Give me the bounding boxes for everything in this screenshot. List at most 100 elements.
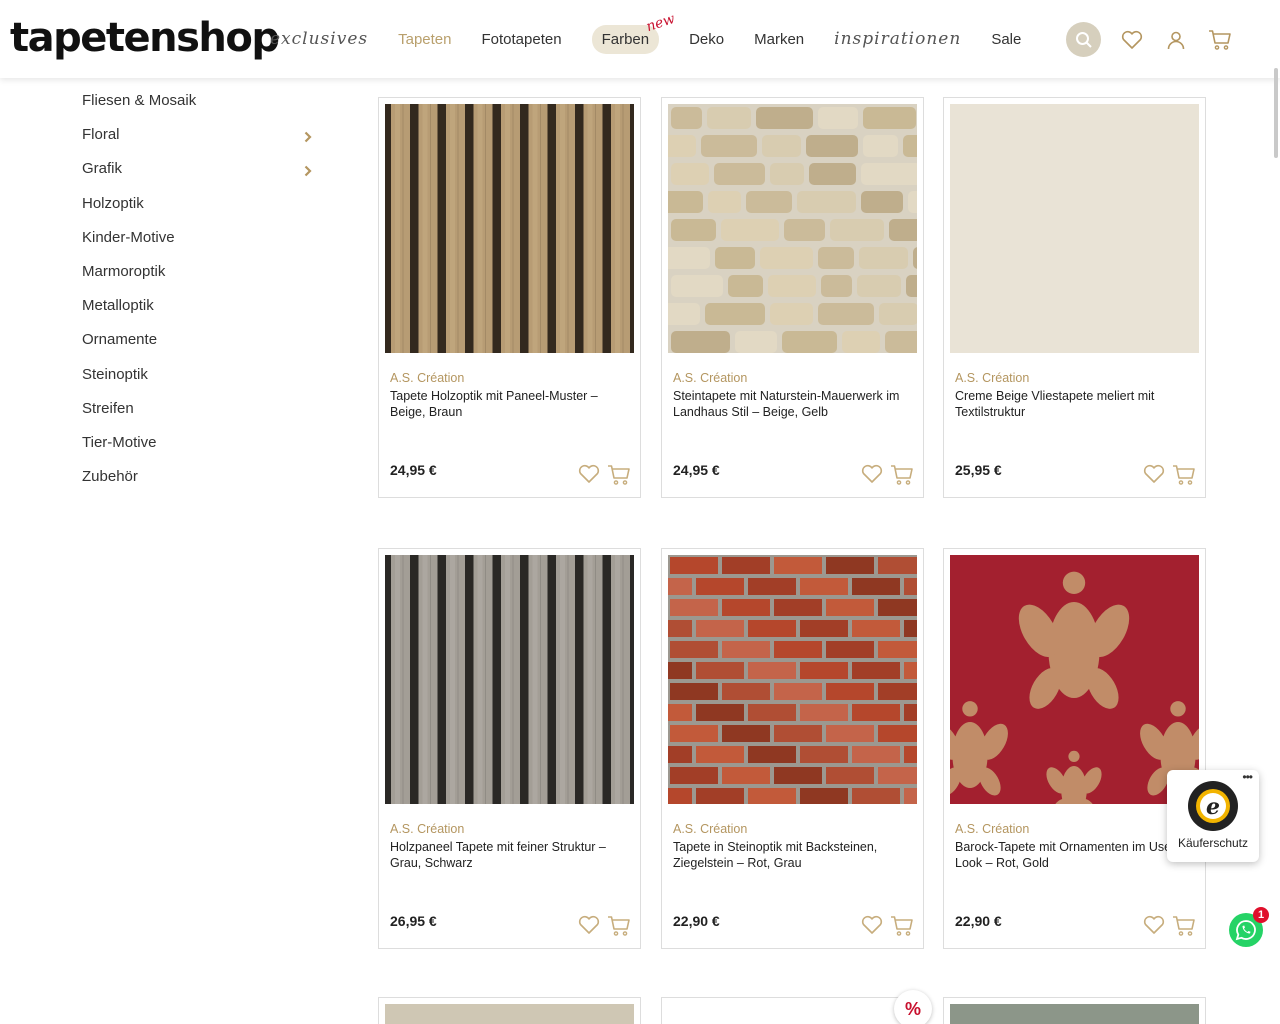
nav-item-label: Farben [601,30,650,48]
product-image[interactable] [668,104,917,353]
product-image[interactable] [385,1004,634,1024]
product-title[interactable]: Tapete Holzoptik mit Paneel-Muster – Bei… [390,389,630,420]
nav-item-sale[interactable]: Sale [991,31,1021,48]
sidebar-item-label: Zubehör [82,468,138,485]
cart-icon[interactable] [890,915,914,942]
page-scrollbar[interactable] [1274,68,1278,158]
nav-item-inspirationen[interactable]: inspirationen [834,29,961,49]
sidebar-item[interactable]: Grafik [82,158,312,180]
product-image[interactable] [668,1004,917,1024]
sidebar-item[interactable]: Fliesen & Mosaik [82,90,312,112]
sale-badge: % [894,990,932,1024]
nav-item-label: Sale [991,30,1022,48]
product-brand[interactable]: A.S. Création [673,822,747,836]
product-brand[interactable]: A.S. Création [955,822,1029,836]
nav-item-label: Tapeten [398,30,452,48]
product-image[interactable] [950,1004,1199,1024]
wishlist-button[interactable] [1119,27,1145,53]
cart-button[interactable] [1207,27,1233,53]
nav-item-label: inspirationen [834,29,962,49]
product-title[interactable]: Creme Beige Vliestapete meliert mit Text… [955,389,1195,420]
product-title[interactable]: Tapete in Steinoptik mit Backsteinen, Zi… [673,840,913,871]
product-price: 26,95 € [390,913,437,929]
cart-icon[interactable] [607,915,631,942]
nav-item-exclusives[interactable]: exclusives [270,29,368,49]
chevron-right-icon[interactable] [304,162,312,184]
sidebar-item-label: Ornamente [82,331,158,348]
product-brand[interactable]: A.S. Création [390,371,464,385]
cart-icon[interactable] [607,464,631,491]
nav-item-label: exclusives [270,29,369,49]
chevron-right-icon[interactable] [304,128,312,150]
heart-icon[interactable] [861,915,883,940]
sidebar-item-label: Tier-Motive [82,434,157,451]
user-icon [1167,31,1185,49]
product-card[interactable]: A.S. Création Tapete in Steinoptik mit Ba… [661,548,924,949]
product-card[interactable]: A.S. Création Barock-Tapete mit Ornamente… [943,548,1206,949]
heart-icon[interactable] [578,464,600,489]
product-title[interactable]: Holzpaneel Tapete mit feiner Struktur – … [390,840,630,871]
nav-item-label: Deko [689,30,725,48]
sidebar-item[interactable]: Metalloptik [82,295,312,317]
nav-item-marken[interactable]: Marken [754,31,804,48]
sidebar-item-label: Steinoptik [82,366,148,383]
sidebar-item-label: Floral [82,126,120,143]
product-card[interactable]: A.S. Création Holzpaneel Tapete mit feine… [378,548,641,949]
search-icon [1075,31,1092,48]
sidebar-item-label: Streifen [82,400,134,417]
more-options-icon[interactable]: ••• [1242,770,1253,784]
product-card-partial[interactable] [378,997,641,1024]
nav-item-tapeten[interactable]: Tapeten [398,31,451,48]
trusted-shops-label: Käuferschutz [1177,836,1249,850]
product-image[interactable] [950,104,1199,353]
nav-item-fototapeten[interactable]: Fototapeten [482,31,562,48]
sidebar-item[interactable]: Zubehör [82,466,312,488]
sidebar-item[interactable]: Steinoptik [82,364,312,386]
sidebar-item-label: Marmoroptik [82,263,166,280]
product-card-partial[interactable] [943,997,1206,1024]
sidebar-item[interactable]: Streifen [82,398,312,420]
site-logo[interactable]: tapetenshop [10,12,280,64]
nav-item-deko[interactable]: Deko [689,31,724,48]
nav-item-label: Marken [754,30,805,48]
sidebar-item[interactable]: Holzoptik [82,193,312,215]
search-button[interactable] [1066,22,1101,57]
sidebar-item[interactable]: Floral [82,124,312,146]
product-brand[interactable]: A.S. Création [390,822,464,836]
cart-icon[interactable] [890,464,914,491]
product-card[interactable]: A.S. Création Creme Beige Vliestapete mel… [943,97,1206,498]
site-header: tapetenshop exclusives Tapeten Fototapeten… [0,0,1280,78]
product-image[interactable] [385,555,634,804]
product-image[interactable] [668,555,917,804]
cart-icon [1209,29,1231,50]
product-card-partial[interactable] [661,997,924,1024]
product-price: 22,90 € [955,913,1002,929]
new-badge: new [644,10,677,35]
page: DeckenhängerEssen & TrinkenFliesen & Mos… [0,0,1280,1024]
heart-icon[interactable] [861,464,883,489]
seal-letter: e [1206,794,1220,820]
heart-icon[interactable] [578,915,600,940]
product-card[interactable]: A.S. Création Steintapete mit Naturstein-… [661,97,924,498]
heart-icon[interactable] [1143,915,1165,940]
product-price: 24,95 € [390,462,437,478]
product-brand[interactable]: A.S. Création [673,371,747,385]
sidebar-item[interactable]: Marmoroptik [82,261,312,283]
sidebar-item[interactable]: Tier-Motive [82,432,312,454]
header-icons [1066,22,1251,57]
heart-icon [1121,30,1143,49]
product-card[interactable]: A.S. Création Tapete Holzoptik mit Paneel… [378,97,641,498]
cart-icon[interactable] [1172,464,1196,491]
account-button[interactable] [1163,27,1189,53]
sidebar-item[interactable]: Ornamente [82,329,312,351]
product-image[interactable] [950,555,1199,804]
product-title[interactable]: Steintapete mit Naturstein-Mauerwerk im … [673,389,913,420]
product-brand[interactable]: A.S. Création [955,371,1029,385]
product-image[interactable] [385,104,634,353]
nav-item-farben[interactable]: Farben new [591,10,677,54]
sidebar-item[interactable]: Kinder-Motive [82,227,312,249]
trusted-shops-badge[interactable]: ••• e Käuferschutz [1167,770,1259,862]
cart-icon[interactable] [1172,915,1196,942]
product-title[interactable]: Barock-Tapete mit Ornamenten im Used Loo… [955,840,1195,871]
heart-icon[interactable] [1143,464,1165,489]
